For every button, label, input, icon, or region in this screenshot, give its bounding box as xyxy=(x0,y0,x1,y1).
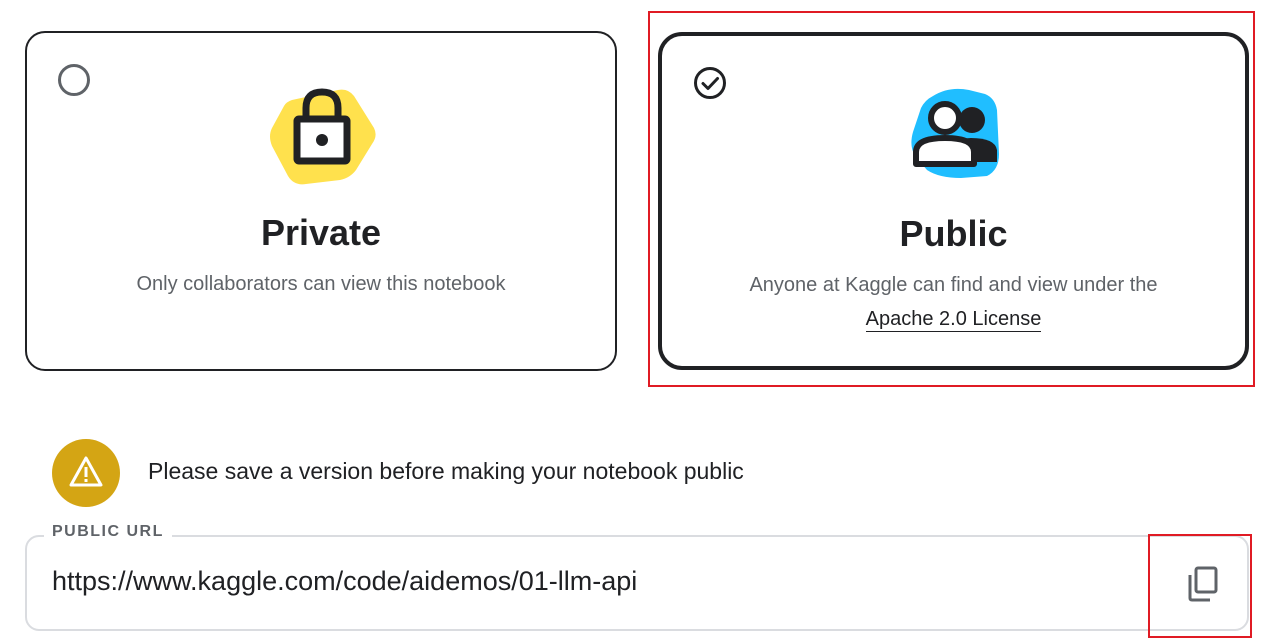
check-circle-icon[interactable] xyxy=(693,66,729,102)
warning-icon xyxy=(52,439,120,507)
public-url-input[interactable] xyxy=(52,566,1132,597)
radio-unchecked-icon[interactable] xyxy=(58,64,90,96)
private-description: Only collaborators can view this noteboo… xyxy=(136,273,506,295)
copy-icon[interactable] xyxy=(1180,560,1228,608)
private-title: Private xyxy=(260,212,382,253)
public-description-text: Anyone at Kaggle can find and view under… xyxy=(749,274,1158,296)
public-title: Public xyxy=(899,213,1008,254)
public-description: Anyone at Kaggle can find and view under… xyxy=(662,268,1245,336)
public-visibility-card[interactable]: Public Anyone at Kaggle can find and vie… xyxy=(658,32,1249,370)
public-url-label: PUBLIC URL xyxy=(44,523,172,541)
lock-icon xyxy=(266,80,378,192)
people-icon xyxy=(899,82,1011,194)
private-visibility-card[interactable]: Private Only collaborators can view this… xyxy=(25,31,617,371)
save-version-warning: Please save a version before making your… xyxy=(148,458,744,484)
apache-license-link[interactable]: Apache 2.0 License xyxy=(865,307,1042,332)
